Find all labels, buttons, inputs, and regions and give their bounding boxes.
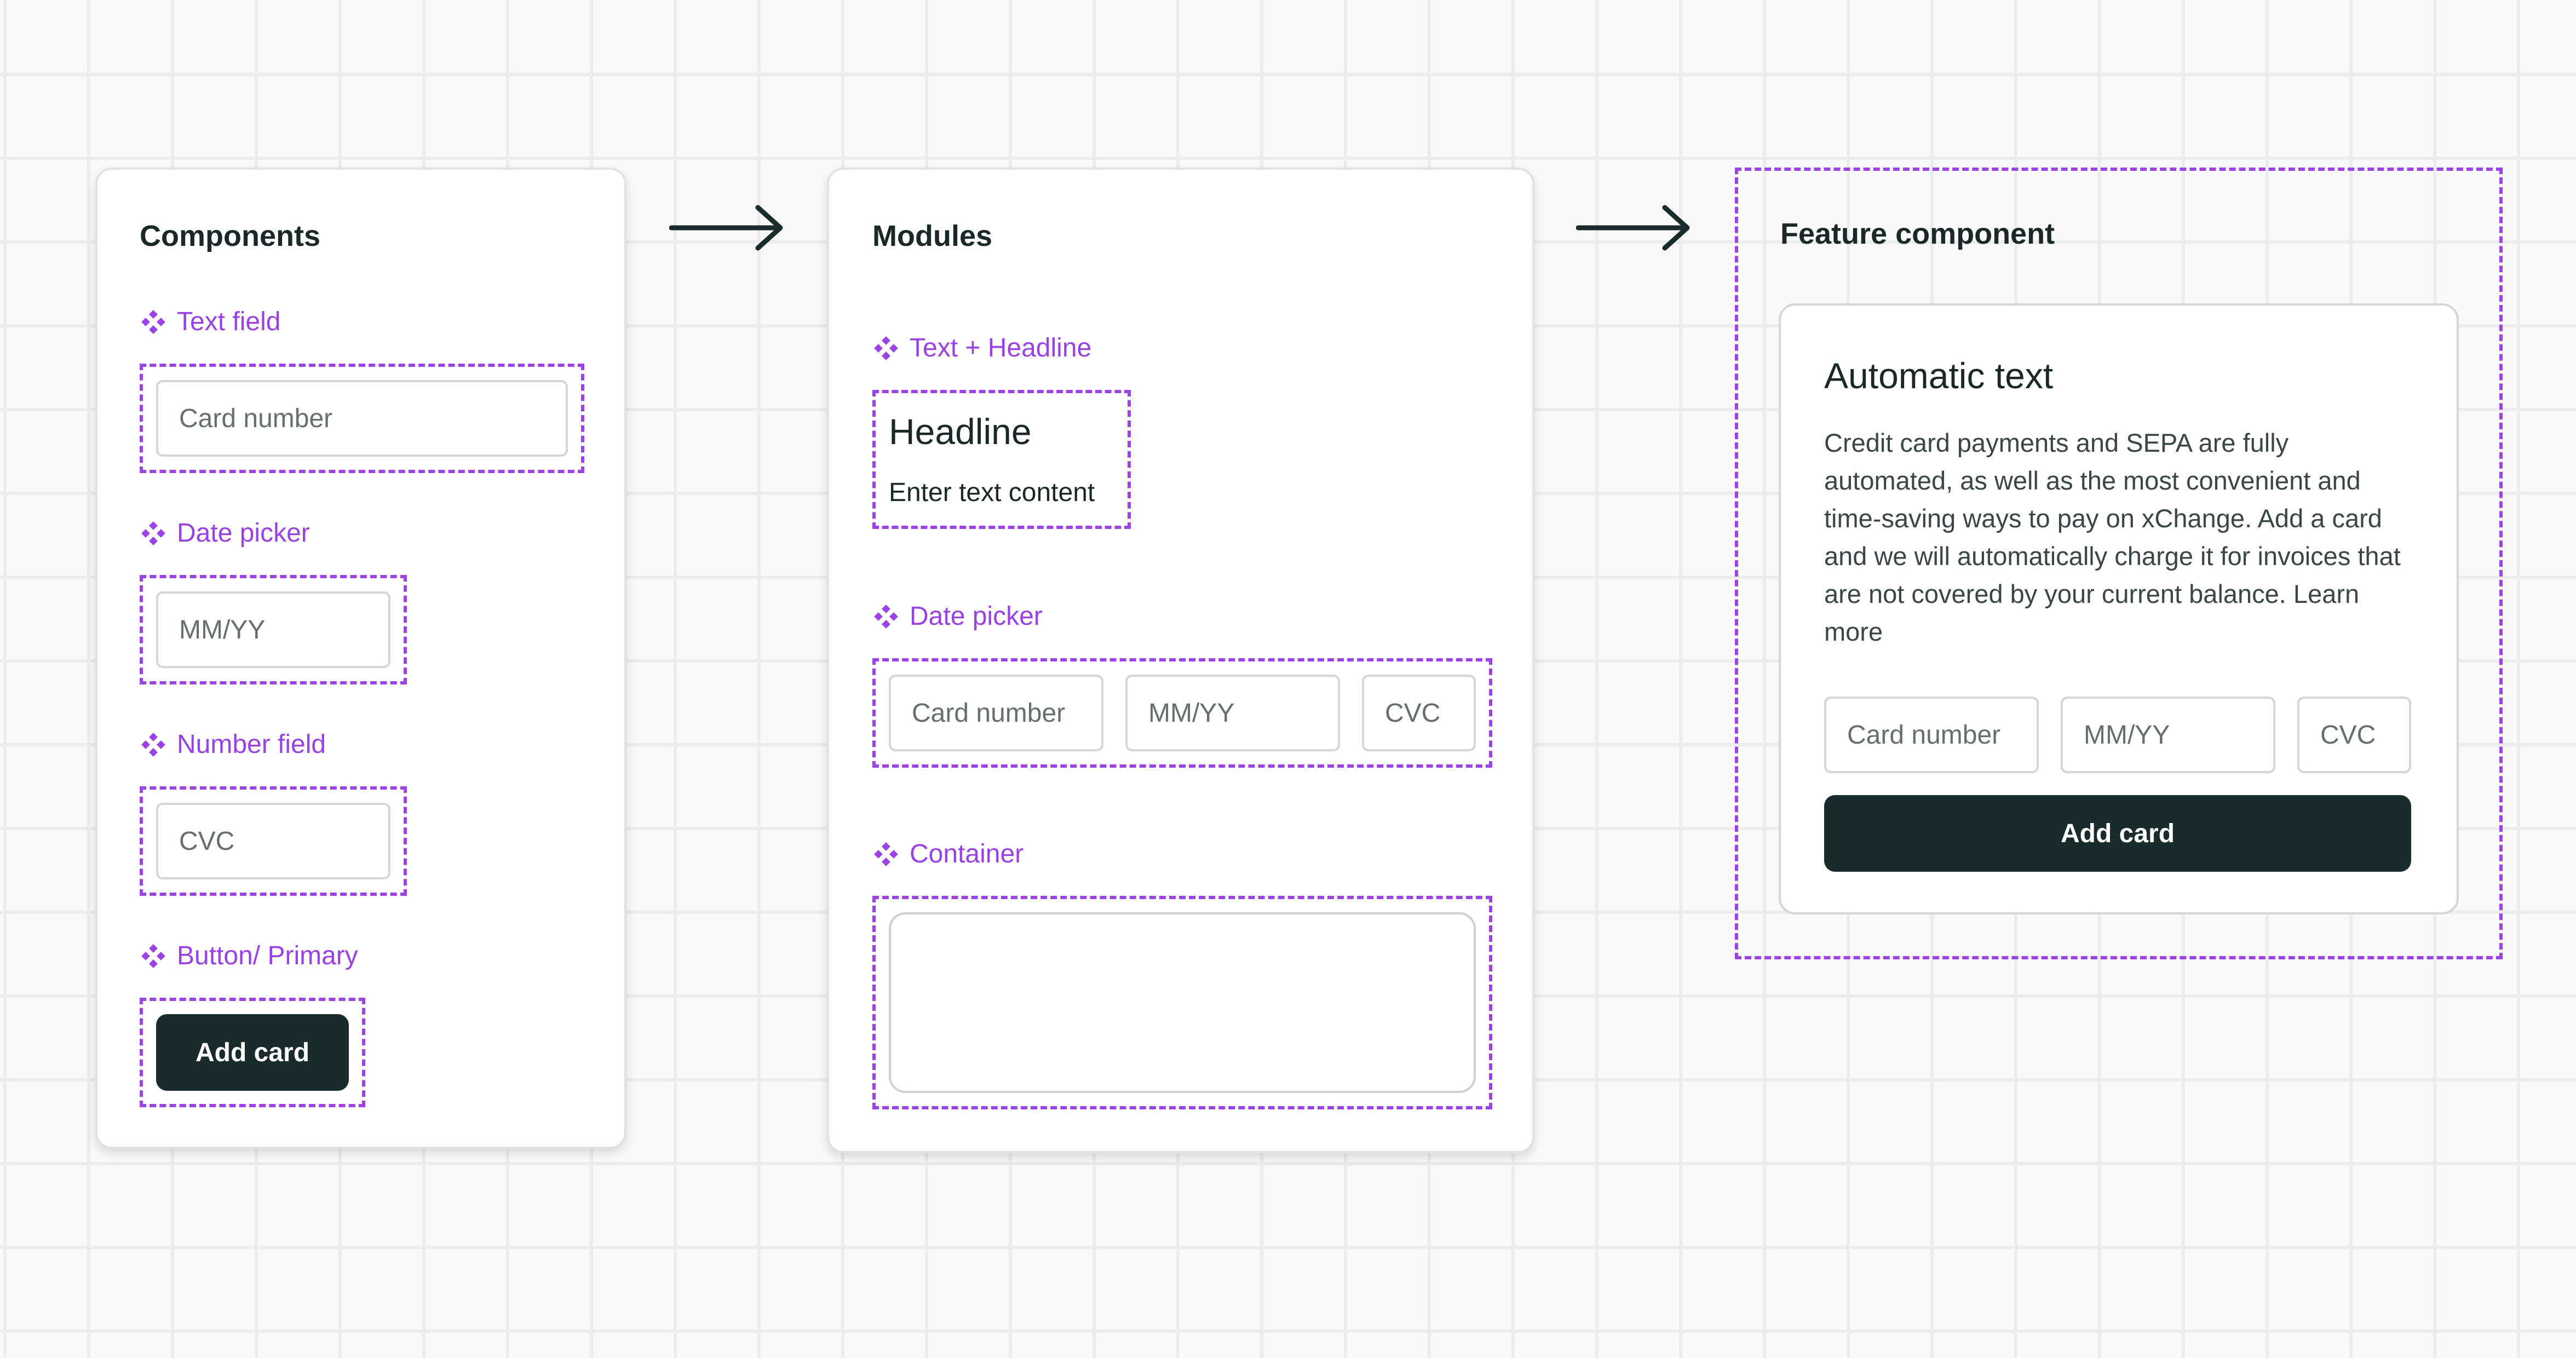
modules-title: Modules — [872, 220, 993, 252]
cvc-input[interactable]: CVC — [156, 803, 390, 879]
number-field-label: Number field — [140, 729, 326, 759]
component-icon — [140, 308, 167, 336]
components-title: Components — [140, 220, 320, 252]
date-picker-label-text: Date picker — [177, 519, 310, 548]
module-cvc-input[interactable]: CVC — [1362, 675, 1476, 751]
container-label-text: Container — [910, 839, 1024, 868]
component-icon — [872, 841, 900, 868]
text-headline-label: Text + Headline — [872, 333, 1091, 363]
module-card-number-input[interactable]: Card number — [889, 675, 1103, 751]
feature-component-title: Feature component — [1780, 217, 2055, 250]
feature-heading: Automatic text — [1824, 355, 2054, 396]
module-headline: Headline — [889, 411, 1032, 452]
component-icon — [140, 942, 167, 970]
feature-date-input[interactable]: MM/YY — [2061, 697, 2275, 773]
module-date-picker-label-text: Date picker — [910, 602, 1043, 631]
arrow-right-icon — [1576, 205, 1690, 251]
feature-card-number-input[interactable]: Card number — [1824, 697, 2039, 773]
feature-add-card-button[interactable]: Add card — [1824, 795, 2411, 872]
module-date-picker-label: Date picker — [872, 601, 1043, 631]
feature-card: Automatic text Credit card payments and … — [1779, 303, 2459, 914]
text-headline-label-text: Text + Headline — [910, 333, 1092, 362]
container-box — [889, 912, 1476, 1093]
add-card-button[interactable]: Add card — [156, 1014, 349, 1091]
button-primary-label-text: Button/ Primary — [177, 941, 358, 970]
component-icon — [140, 520, 167, 547]
date-picker-label: Date picker — [140, 518, 310, 548]
number-field-label-text: Number field — [177, 730, 326, 759]
component-icon — [872, 603, 900, 630]
components-panel: Components Text field Card number Date p… — [95, 168, 626, 1149]
module-date-input[interactable]: MM/YY — [1125, 675, 1340, 751]
feature-cvc-input[interactable]: CVC — [2297, 697, 2411, 773]
module-text-content: Enter text content — [889, 478, 1095, 507]
feature-body: Credit card payments and SEPA are fully … — [1824, 428, 2401, 646]
date-input[interactable]: MM/YY — [156, 591, 390, 668]
component-icon — [140, 731, 167, 758]
text-field-label-text: Text field — [177, 307, 281, 336]
component-icon — [872, 335, 900, 362]
container-label: Container — [872, 839, 1024, 869]
arrow-right-icon — [669, 205, 783, 251]
text-field-label: Text field — [140, 307, 280, 337]
modules-panel: Modules Text + Headline Headline Enter t… — [827, 168, 1534, 1153]
card-number-input[interactable]: Card number — [156, 380, 568, 457]
button-primary-label: Button/ Primary — [140, 941, 358, 971]
